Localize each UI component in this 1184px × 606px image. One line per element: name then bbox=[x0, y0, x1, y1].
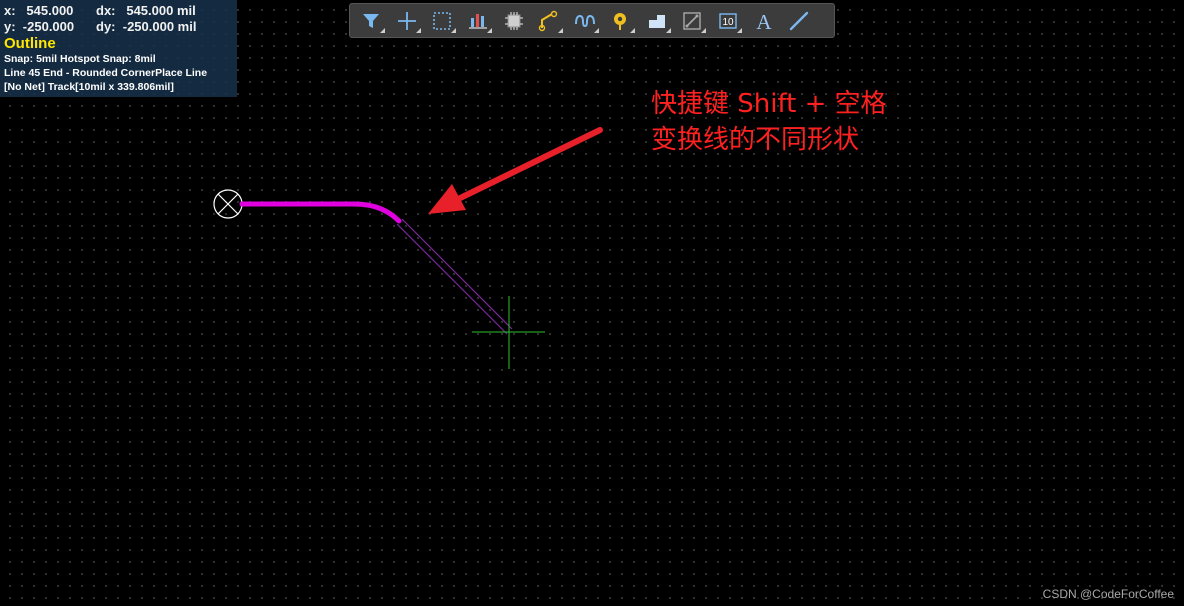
component-icon bbox=[504, 11, 523, 30]
y-value: -250.000 bbox=[22, 19, 75, 34]
dy-value: -250.000 mil bbox=[122, 19, 197, 34]
place-string-button[interactable]: A bbox=[747, 7, 781, 35]
annotation-line-2: 变换线的不同形状 bbox=[651, 125, 860, 155]
annotation-line-1: 快捷键 Shift + 空格 bbox=[651, 89, 887, 119]
placed-track[interactable] bbox=[239, 201, 402, 224]
watermark: CSDN @CodeForCoffee bbox=[1042, 587, 1174, 601]
current-layer: Outline bbox=[4, 35, 56, 52]
annotation-arrow bbox=[428, 127, 603, 214]
track-start-marker bbox=[213, 189, 243, 219]
dimension-button[interactable]: 10 bbox=[711, 7, 745, 35]
mode-info: Line 45 End - Rounded CornerPlace Line bbox=[4, 67, 208, 79]
dimension-icon-label: 10 bbox=[722, 17, 734, 28]
y-coordinate-row: y: -250.000 dy: -250.000 mil bbox=[4, 19, 233, 35]
x-value: 545.000 bbox=[26, 3, 74, 18]
dy-label: dy: bbox=[96, 19, 116, 34]
move-button[interactable] bbox=[390, 7, 424, 35]
cursor-crosshair bbox=[472, 296, 545, 369]
line-icon bbox=[790, 11, 809, 30]
keepout-button[interactable] bbox=[675, 7, 709, 35]
align-button[interactable] bbox=[461, 7, 495, 35]
select-button[interactable] bbox=[425, 7, 459, 35]
snap-info: Snap: 5mil Hotspot Snap: 8mil bbox=[4, 53, 156, 65]
interactive-length-tuning-button[interactable] bbox=[568, 7, 602, 35]
place-polygon-button[interactable] bbox=[640, 7, 674, 35]
place-component-button[interactable] bbox=[497, 7, 531, 35]
active-toolbar: 10 A bbox=[349, 3, 835, 38]
via-pad-icon bbox=[613, 12, 626, 30]
place-via-button[interactable] bbox=[604, 7, 638, 35]
route-track-button[interactable] bbox=[532, 7, 566, 35]
tune-length-icon bbox=[575, 14, 596, 27]
heads-up-display: x: 545.000 dx: 545.000 mil y: -250.000 d… bbox=[0, 0, 237, 97]
y-label: y: bbox=[4, 19, 16, 34]
filter-icon bbox=[363, 13, 379, 28]
track-preview-outline bbox=[396, 218, 513, 335]
dimension-icon: 10 bbox=[719, 12, 737, 29]
x-coordinate-row: x: 545.000 dx: 545.000 mil bbox=[4, 3, 233, 19]
x-label: x: bbox=[4, 3, 16, 18]
select-rect-icon bbox=[433, 11, 452, 30]
polygon-fill-icon bbox=[648, 14, 665, 28]
align-icon bbox=[469, 13, 488, 29]
filter-button[interactable] bbox=[354, 7, 388, 35]
net-info: [No Net] Track[10mil x 339.806mil] bbox=[4, 81, 174, 93]
text-string-icon: A bbox=[756, 10, 772, 32]
keepout-icon bbox=[683, 11, 701, 30]
dx-label: dx: bbox=[96, 3, 116, 18]
text-string-icon-label: A bbox=[756, 10, 772, 32]
route-track-icon bbox=[539, 10, 558, 31]
dx-value: 545.000 mil bbox=[126, 3, 196, 18]
crosshair-move-icon bbox=[397, 11, 416, 30]
place-line-button[interactable] bbox=[782, 7, 816, 35]
